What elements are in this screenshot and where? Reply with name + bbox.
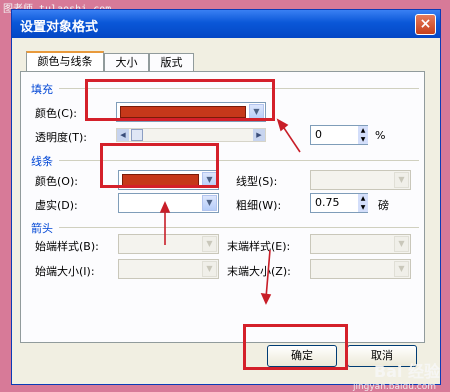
annotation-arrows [159, 118, 301, 305]
annotation-arrowhead-line [159, 201, 171, 213]
baidu-watermark: Bai 经验 [373, 362, 440, 381]
annotation-arrow-ok [265, 249, 271, 299]
annotation-arrowhead-fill [276, 118, 289, 132]
baidu-url-watermark: jingyan.baidu.com [352, 382, 436, 392]
annotation-arrowhead-ok [260, 293, 272, 305]
